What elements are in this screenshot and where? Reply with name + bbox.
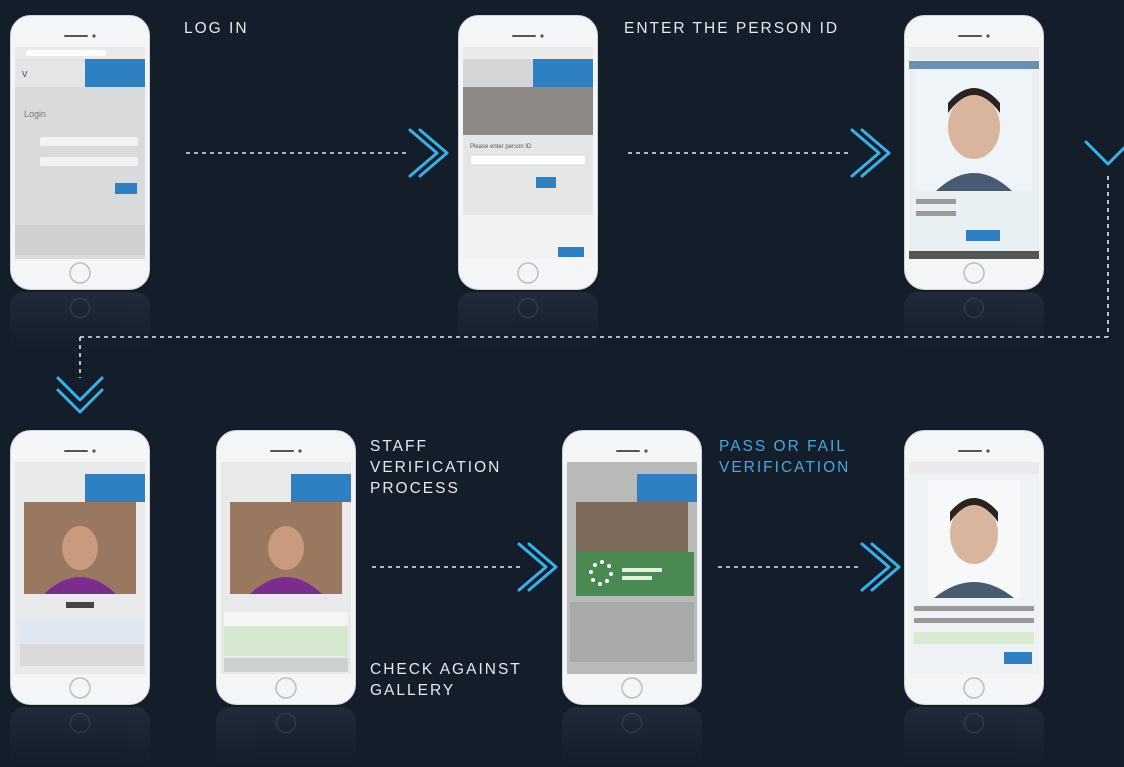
label-line: VERIFICATION (719, 459, 851, 476)
processing-overlay (576, 552, 694, 596)
phone-processing (562, 430, 702, 705)
success-banner (914, 632, 1034, 644)
phone-enter-id: Please enter person ID (458, 15, 598, 290)
step-label-pass-fail: PASS OR FAIL VERIFICATION (719, 436, 850, 478)
chevron-right-icon (408, 128, 439, 178)
workflow-diagram: LOG IN ENTER THE PERSON ID STAFF VERIFIC… (0, 0, 1124, 767)
phone-login: V Login (10, 15, 150, 290)
phone-reflection (904, 707, 1044, 767)
chevron-right-icon (517, 542, 548, 592)
label-line: STAFF (370, 438, 428, 455)
phone-camera-capture (10, 430, 150, 705)
login-heading: Login (24, 109, 46, 119)
step-label-check-gallery: CHECK AGAINST GALLERY (370, 659, 522, 701)
phone-reflection (562, 707, 702, 767)
step-label-staff-verification: STAFF VERIFICATION PROCESS (370, 436, 501, 499)
face-portrait (948, 95, 1000, 159)
chevron-right-icon (527, 542, 558, 592)
phone-gallery-check (216, 430, 356, 705)
chevron-right-icon (418, 128, 449, 178)
chevron-right-icon (860, 128, 891, 178)
phone-reflection (216, 707, 356, 767)
label-line: VERIFICATION (370, 459, 502, 476)
label-line: CHECK AGAINST (370, 661, 522, 678)
phone-profile (904, 15, 1044, 290)
chevron-right-icon (870, 542, 901, 592)
step-label-enter-id: ENTER THE PERSON ID (624, 20, 840, 37)
phone-reflection (10, 707, 150, 767)
svg-text:V: V (22, 70, 28, 79)
phone-reflection (458, 292, 598, 352)
chevron-right-icon (860, 542, 891, 592)
label-line: PASS OR FAIL (719, 438, 847, 455)
chevron-down-icon (1084, 140, 1124, 166)
chevron-right-icon (850, 128, 881, 178)
step-label-login: LOG IN (184, 20, 249, 37)
phone-reflection (904, 292, 1044, 352)
phone-result (904, 430, 1044, 705)
label-line: PROCESS (370, 480, 460, 497)
label-line: GALLERY (370, 682, 456, 699)
phone-reflection (10, 292, 150, 352)
enter-id-prompt: Please enter person ID (470, 144, 532, 150)
